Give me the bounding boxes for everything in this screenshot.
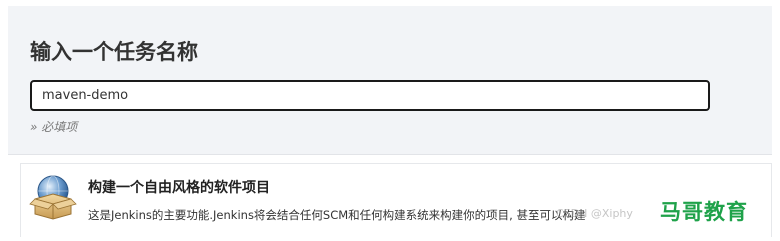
- required-hint: » 必填项: [30, 120, 78, 134]
- csdn-watermark: CSDN @Xiphy: [556, 207, 633, 220]
- brand-watermark-logo: 马哥教育: [660, 200, 748, 224]
- job-type-title: 构建一个自由风格的软件项目: [88, 180, 270, 196]
- task-name-panel: 输入一个任务名称 » 必填项: [8, 6, 772, 154]
- page-title: 输入一个任务名称: [30, 40, 198, 64]
- section-divider: [8, 154, 772, 155]
- package-globe-icon: [29, 175, 77, 220]
- task-name-input[interactable]: [30, 80, 710, 111]
